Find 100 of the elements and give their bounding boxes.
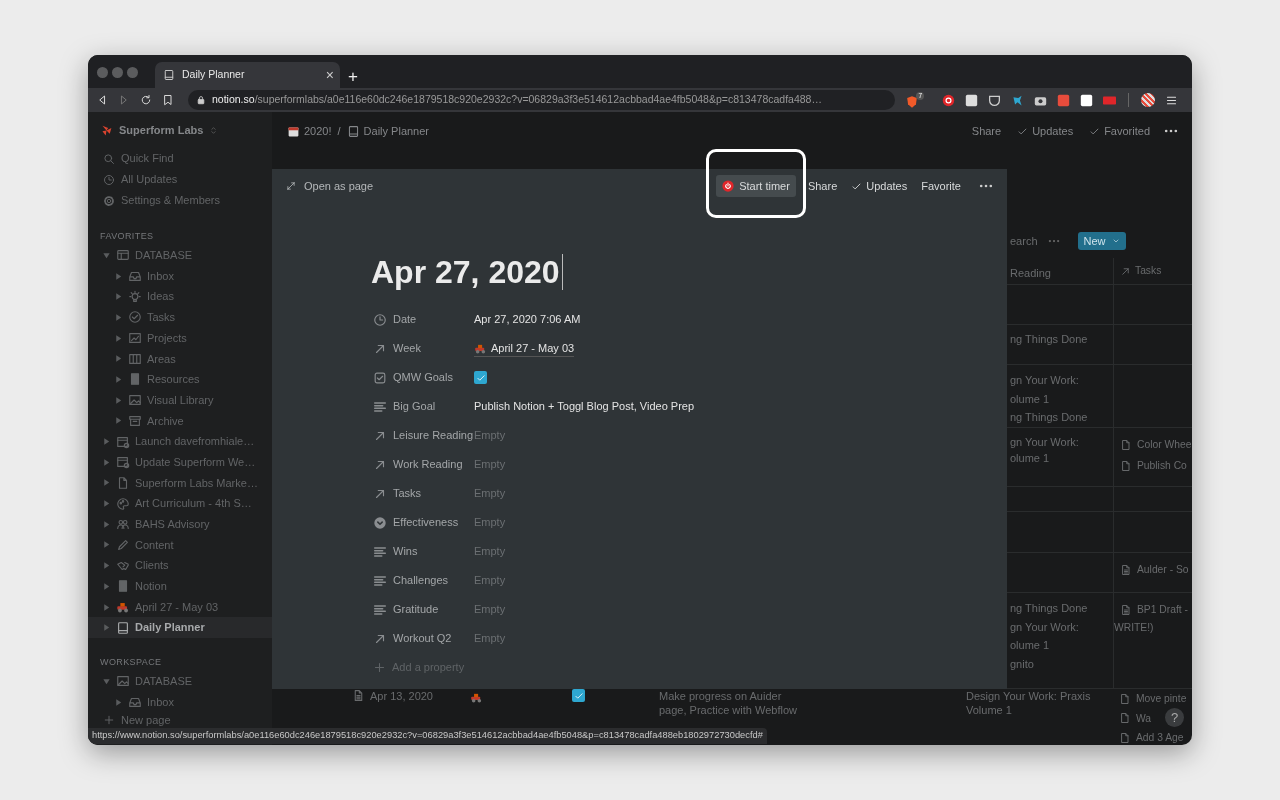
property-label[interactable]: Week — [367, 340, 474, 357]
caret-icon[interactable] — [102, 561, 111, 571]
property-label[interactable]: Workout Q2 — [367, 630, 474, 647]
forward-icon[interactable] — [118, 94, 130, 106]
column-header[interactable]: Reading — [1010, 267, 1051, 279]
caret-icon[interactable] — [114, 374, 123, 384]
caret-icon[interactable] — [102, 250, 111, 260]
breadcrumb-link[interactable]: Daily Planner — [346, 122, 429, 140]
empty-value[interactable]: Empty — [474, 630, 506, 647]
task-link[interactable]: Publish Co — [1120, 455, 1192, 476]
sidebar-item[interactable]: Inbox — [88, 691, 272, 713]
caret-icon[interactable] — [102, 519, 111, 529]
sidebar-item[interactable]: Ideas — [88, 286, 272, 308]
caret-icon[interactable] — [114, 416, 123, 426]
window-control-button[interactable] — [97, 67, 108, 78]
sidebar-item[interactable]: Archive — [88, 410, 272, 432]
property-value[interactable]: Apr 27, 2020 7:06 AM — [474, 311, 581, 328]
sidebar-item[interactable]: Notion — [88, 576, 272, 597]
sidebar-item[interactable]: Clients — [88, 555, 272, 576]
sidebar-item[interactable]: Areas — [88, 348, 272, 370]
caret-icon[interactable] — [102, 478, 111, 488]
header-action[interactable]: Updates — [1015, 122, 1076, 140]
property-label[interactable]: Gratitude — [367, 601, 474, 618]
caret-icon[interactable] — [114, 292, 123, 302]
sidebar-item[interactable]: Resources — [88, 369, 272, 390]
sidebar-action[interactable]: All Updates — [88, 169, 272, 190]
extension-icon[interactable] — [942, 93, 955, 107]
back-icon[interactable] — [96, 94, 108, 106]
sidebar-item[interactable]: DATABASE — [88, 245, 272, 266]
header-action[interactable]: Updates — [849, 177, 910, 195]
empty-value[interactable]: Empty — [474, 427, 506, 444]
extension-icon[interactable] — [1080, 93, 1093, 107]
empty-value[interactable]: Empty — [474, 514, 506, 531]
sidebar-item[interactable]: Content — [88, 534, 272, 556]
property-label[interactable]: Leisure Reading — [367, 427, 474, 444]
open-as-page-link[interactable]: Open as page — [286, 177, 374, 195]
sidebar-item[interactable]: Inbox — [88, 265, 272, 287]
reload-icon[interactable] — [140, 94, 152, 106]
browser-tab[interactable]: Daily Planner × — [155, 62, 340, 88]
sidebar-item[interactable]: Tasks — [88, 307, 272, 328]
sidebar-item[interactable]: Art Curriculum - 4th S… — [88, 493, 272, 514]
caret-icon[interactable] — [102, 437, 111, 447]
caret-icon[interactable] — [102, 457, 111, 467]
new-button[interactable]: New — [1077, 231, 1126, 251]
caret-icon[interactable] — [102, 499, 111, 509]
close-tab-button[interactable]: × — [325, 68, 334, 82]
caret-icon[interactable] — [114, 312, 123, 322]
sidebar-item[interactable]: April 27 - May 03 — [88, 596, 272, 618]
breadcrumb-link[interactable]: 2020! — [287, 122, 332, 140]
task-link[interactable]: Wa — [1119, 708, 1152, 728]
sidebar-item[interactable]: Projects — [88, 327, 272, 349]
page-title[interactable]: Apr 27, 2020 — [371, 252, 560, 292]
caret-icon[interactable] — [114, 395, 123, 405]
caret-icon[interactable] — [114, 697, 123, 707]
caret-icon[interactable] — [114, 333, 123, 343]
property-label[interactable]: QMW Goals — [367, 369, 474, 386]
sidebar-item[interactable]: DATABASE — [88, 671, 272, 692]
task-link[interactable]: Aulder - So — [1120, 559, 1192, 580]
property-label[interactable]: Big Goal — [367, 398, 474, 415]
address-field[interactable]: notion.so/superformlabs/a0e116e60dc246e1879518c920e2932c?v=06829a3f3e514612acbbad4ae4fb5048&p=c813478cadfa488… — [188, 90, 895, 110]
checkbox[interactable] — [474, 371, 487, 384]
caret-icon[interactable] — [102, 540, 111, 550]
sidebar-item[interactable]: BAHS Advisory — [88, 513, 272, 535]
property-label[interactable]: Tasks — [367, 485, 474, 502]
empty-value[interactable]: Empty — [474, 456, 506, 473]
empty-value[interactable]: Empty — [474, 543, 506, 560]
header-action[interactable]: Favorite — [919, 177, 963, 195]
sidebar-item[interactable]: Superform Labs Marke… — [88, 472, 272, 494]
property-label[interactable]: Effectiveness — [367, 514, 474, 531]
empty-value[interactable]: Empty — [474, 485, 506, 502]
start-timer-button[interactable]: Start timer — [716, 174, 796, 198]
header-action[interactable]: Share — [969, 122, 1004, 140]
new-page-button[interactable]: New page — [88, 712, 272, 729]
window-control-button[interactable] — [127, 67, 138, 78]
sidebar-item[interactable]: Update Superform We… — [88, 451, 272, 473]
help-button[interactable]: ? — [1165, 708, 1184, 727]
task-link[interactable]: Move pinte — [1119, 689, 1187, 708]
bookmark-icon[interactable] — [162, 94, 174, 106]
caret-icon[interactable] — [102, 602, 111, 612]
checkbox[interactable] — [572, 689, 585, 702]
sidebar-item[interactable]: Launch davefromhiale… — [88, 431, 272, 452]
sidebar-item[interactable]: Daily Planner — [88, 617, 272, 639]
workspace-name[interactable]: Superform Labs — [119, 121, 204, 139]
new-tab-button[interactable]: + — [348, 68, 358, 85]
caret-icon[interactable] — [102, 581, 111, 591]
empty-value[interactable]: Empty — [474, 601, 506, 618]
avatar[interactable] — [1141, 93, 1155, 107]
task-link[interactable]: Add 3 Age — [1119, 728, 1184, 745]
sidebar-action[interactable]: Quick Find — [88, 148, 272, 169]
sidebar-item[interactable]: Visual Library — [88, 389, 272, 411]
header-action[interactable]: Share — [805, 177, 840, 195]
property-label[interactable]: Date — [367, 311, 474, 328]
empty-value[interactable]: Empty — [474, 572, 506, 589]
extension-icon[interactable] — [965, 93, 978, 107]
extension-icon[interactable] — [988, 93, 1001, 107]
caret-icon[interactable] — [114, 271, 123, 281]
window-control-button[interactable] — [112, 67, 123, 78]
sort-icon[interactable] — [209, 125, 219, 135]
caret-icon[interactable] — [102, 623, 111, 633]
property-value[interactable]: Publish Notion + Toggl Blog Post, Video Prep — [474, 398, 695, 415]
